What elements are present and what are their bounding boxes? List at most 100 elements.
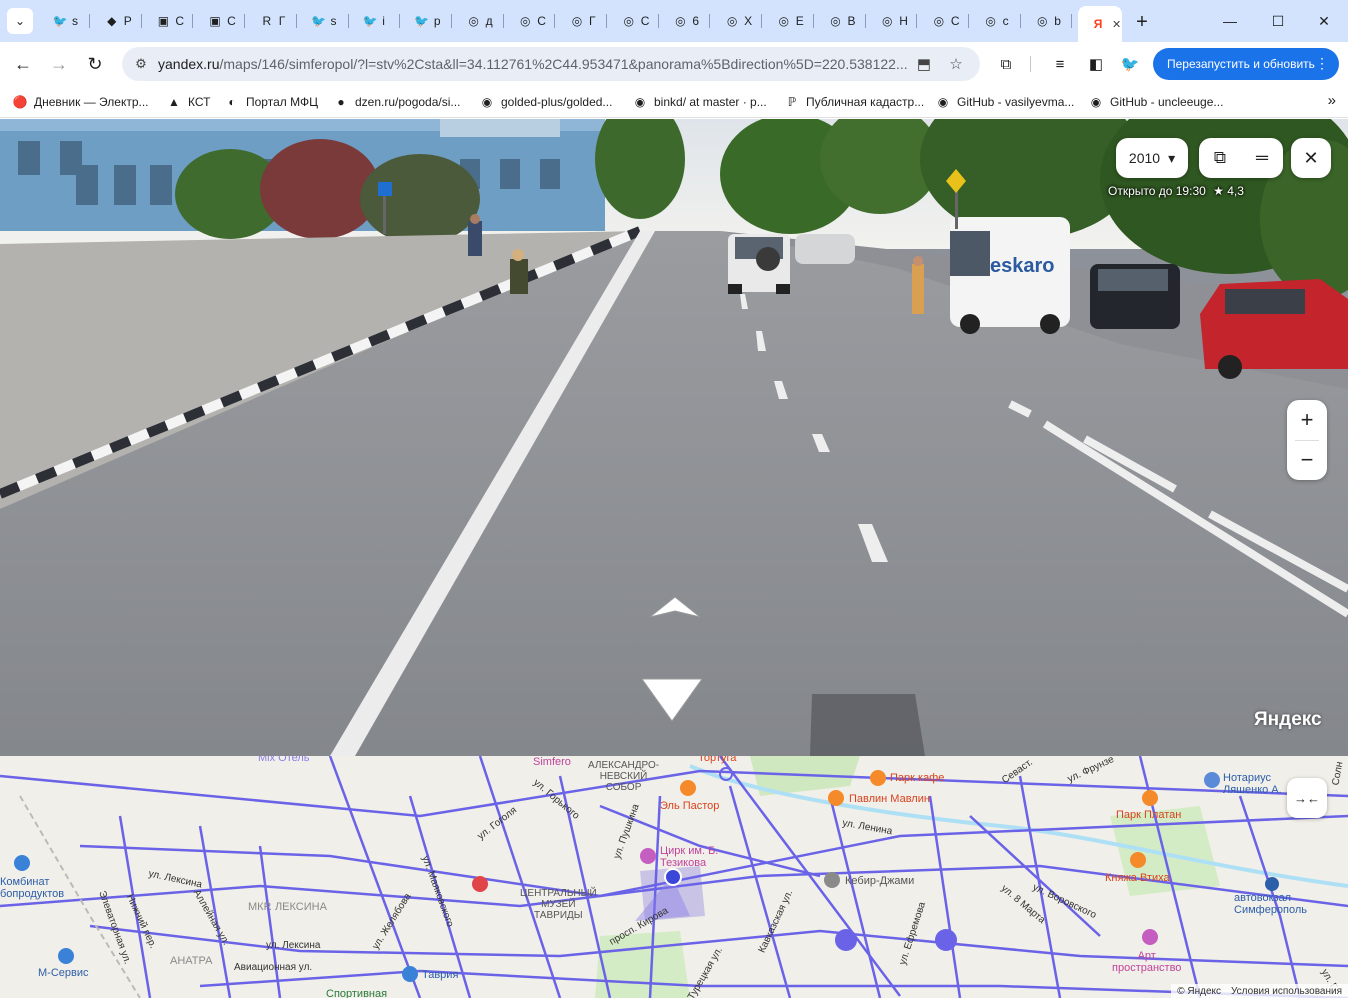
- panorama-balloon-icon[interactable]: [935, 929, 957, 951]
- poi-hours-overlay[interactable]: Открыто до 19:30 ★ 4,3: [1108, 184, 1244, 198]
- bookmark-item[interactable]: ℙ Публичная кадастр...: [784, 93, 924, 111]
- tab[interactable]: RГ: [247, 8, 297, 34]
- art-space-icon[interactable]: [1142, 929, 1158, 945]
- map-label-pavlin[interactable]: Павлин Мавлин: [849, 793, 930, 805]
- back-button[interactable]: ←: [9, 50, 37, 78]
- map-label-kombinat[interactable]: Комбинат бопродуктов: [0, 876, 64, 900]
- map-label-sportivnaya[interactable]: Спортивная: [326, 988, 387, 998]
- bus-station-icon[interactable]: [1265, 877, 1279, 891]
- map-label-avtovokzal[interactable]: автовокзал Симферополь: [1234, 892, 1307, 916]
- year-selector[interactable]: 2010 ▾: [1116, 138, 1188, 178]
- map-label-kebir[interactable]: Кебир-Джами: [845, 875, 914, 887]
- map-label-tortuga[interactable]: Тортуга: [698, 756, 736, 764]
- mosque-icon[interactable]: [824, 872, 840, 888]
- bookmark-item[interactable]: ◉ golded-plus/golded...: [479, 93, 613, 111]
- bookmark-item[interactable]: ◉ GitHub - uncleeuge...: [1088, 93, 1224, 111]
- menu-lines-icon[interactable]: ═: [1241, 138, 1283, 178]
- tab[interactable]: 🐦 p: [402, 8, 452, 34]
- tab[interactable]: ◎ X: [712, 8, 763, 34]
- more-menu-icon[interactable]: ⋮: [1315, 55, 1329, 72]
- cafe-icon[interactable]: [1142, 790, 1158, 806]
- restaurant-icon[interactable]: [1130, 852, 1146, 868]
- tab[interactable]: ◆ P: [92, 8, 142, 34]
- minimap[interactable]: Mix Отель Simfero АЛЕКСАНДРО- НЕВСКИЙ СО…: [0, 756, 1348, 998]
- cafe-icon[interactable]: [870, 770, 886, 786]
- relaunch-update-button[interactable]: Перезапустить и обновить ⋮: [1153, 48, 1339, 80]
- install-app-icon[interactable]: ⬒: [914, 54, 934, 74]
- close-window-button[interactable]: ✕: [1306, 8, 1342, 34]
- tab[interactable]: ◎ Г: [557, 8, 607, 34]
- factory-icon[interactable]: [14, 855, 30, 871]
- tab[interactable]: ▣ C: [143, 8, 194, 34]
- notary-icon[interactable]: [1204, 772, 1220, 788]
- restaurant-icon[interactable]: [828, 790, 844, 806]
- tab[interactable]: 🐦 s: [299, 8, 349, 34]
- tab-active[interactable]: Я ✕: [1078, 6, 1122, 42]
- service-icon[interactable]: [58, 948, 74, 964]
- site-info-icon[interactable]: ⚙: [132, 55, 150, 73]
- tab[interactable]: ▣ C: [195, 8, 246, 34]
- street-lieksina-2: ул. Лексина: [266, 940, 321, 951]
- hospital-icon[interactable]: [472, 876, 488, 892]
- restaurant-icon[interactable]: [680, 780, 696, 796]
- terms-link[interactable]: Условия использования: [1231, 986, 1342, 997]
- panorama-balloon-icon[interactable]: [835, 929, 857, 951]
- bookmark-item[interactable]: ◉ GitHub - vasilyevma...: [935, 93, 1075, 111]
- close-panorama-button[interactable]: ✕: [1291, 138, 1331, 178]
- forward-button[interactable]: →: [45, 50, 73, 78]
- tab[interactable]: ◎ C: [609, 8, 659, 34]
- new-tab-button[interactable]: +: [1130, 10, 1154, 34]
- street-panorama[interactable]: eskaro 2010 ▾ ⧉ ═ ✕ Открыто до 19:30 ★ 4…: [0, 119, 1348, 756]
- collapse-map-button[interactable]: →←: [1287, 778, 1327, 818]
- tab[interactable]: ◎ C: [505, 8, 556, 34]
- tab[interactable]: 🐦 s: [40, 8, 90, 34]
- map-label-m-service[interactable]: М-Сервис: [38, 967, 89, 979]
- map-label-museum[interactable]: ЦЕНТРАЛЬНЫЙ МУЗЕЙ ТАВРИДЫ: [520, 888, 597, 921]
- more-bookmarks-button[interactable]: »: [1328, 92, 1336, 109]
- minimize-button[interactable]: —: [1212, 8, 1248, 34]
- url-text[interactable]: yandex.ru/maps/146/simferopol/?l=stv%2Cs…: [158, 56, 928, 72]
- profile-avatar[interactable]: 🐦: [1118, 52, 1142, 76]
- zoom-out-button[interactable]: −: [1287, 440, 1327, 480]
- tab[interactable]: ◎ c: [971, 8, 1021, 34]
- extensions-icon[interactable]: ⧉: [994, 52, 1018, 76]
- map-label-knyazha[interactable]: Княжа Втиха: [1105, 872, 1170, 884]
- map-label-notarius[interactable]: Нотариус Ляшенко А.: [1223, 772, 1282, 796]
- map-label-tavria[interactable]: Таврия: [422, 969, 458, 981]
- copyright-text[interactable]: © Яндекс: [1177, 986, 1221, 997]
- tab[interactable]: ◎ b: [1022, 8, 1073, 34]
- open-external-icon[interactable]: ⧉: [1199, 138, 1241, 178]
- map-label-art[interactable]: Арт пространство: [1112, 950, 1181, 974]
- tab[interactable]: ◎ C: [919, 8, 969, 34]
- tab[interactable]: ◎ 6: [660, 8, 711, 34]
- tab[interactable]: ◎ H: [867, 8, 918, 34]
- map-label-el-pastor[interactable]: Эль Пастор: [660, 800, 719, 812]
- side-panel-icon[interactable]: ◧: [1084, 52, 1108, 76]
- bookmark-item[interactable]: 🔴 Дневник — Электр...: [12, 93, 149, 111]
- shop-icon[interactable]: [402, 966, 418, 982]
- tab-search-button[interactable]: ⌄: [7, 8, 33, 34]
- media-controls-icon[interactable]: ≡: [1048, 52, 1072, 76]
- tab[interactable]: ◎ E: [764, 8, 814, 34]
- reload-button[interactable]: ↻: [81, 50, 109, 78]
- map-label-simfero[interactable]: Simfero: [533, 756, 571, 768]
- map-label-mix-hotel[interactable]: Mix Отель: [258, 756, 310, 764]
- tab[interactable]: ◎ B: [816, 8, 866, 34]
- map-label-park-cafe[interactable]: Парк кафе: [890, 772, 944, 784]
- tab[interactable]: ◎ д: [454, 8, 504, 34]
- tab[interactable]: 🐦 i: [350, 8, 401, 34]
- circus-icon[interactable]: [640, 848, 656, 864]
- zoom-in-button[interactable]: +: [1287, 400, 1327, 440]
- bookmark-star-icon[interactable]: ☆: [946, 54, 966, 74]
- maximize-button[interactable]: ☐: [1260, 8, 1296, 34]
- bookmark-item[interactable]: ● dzen.ru/pogoda/si...: [333, 93, 460, 111]
- close-tab-icon[interactable]: ✕: [1112, 18, 1121, 31]
- map-label-park-platan[interactable]: Парк Платан: [1116, 809, 1181, 821]
- address-bar[interactable]: ⚙ yandex.ru/maps/146/simferopol/?l=stv%2…: [122, 47, 980, 81]
- tab-separator: [399, 14, 401, 28]
- bookmark-item[interactable]: ◐ Портал МФЦ: [224, 93, 318, 111]
- map-label-sobor[interactable]: АЛЕКСАНДРО- НЕВСКИЙ СОБОР: [588, 760, 659, 793]
- map-label-circus[interactable]: Цирк им. Б. Тезикова: [660, 845, 718, 869]
- bookmark-item[interactable]: ▲ КСТ: [166, 93, 210, 111]
- bookmark-item[interactable]: ◉ binkd/ at master · p...: [632, 93, 767, 111]
